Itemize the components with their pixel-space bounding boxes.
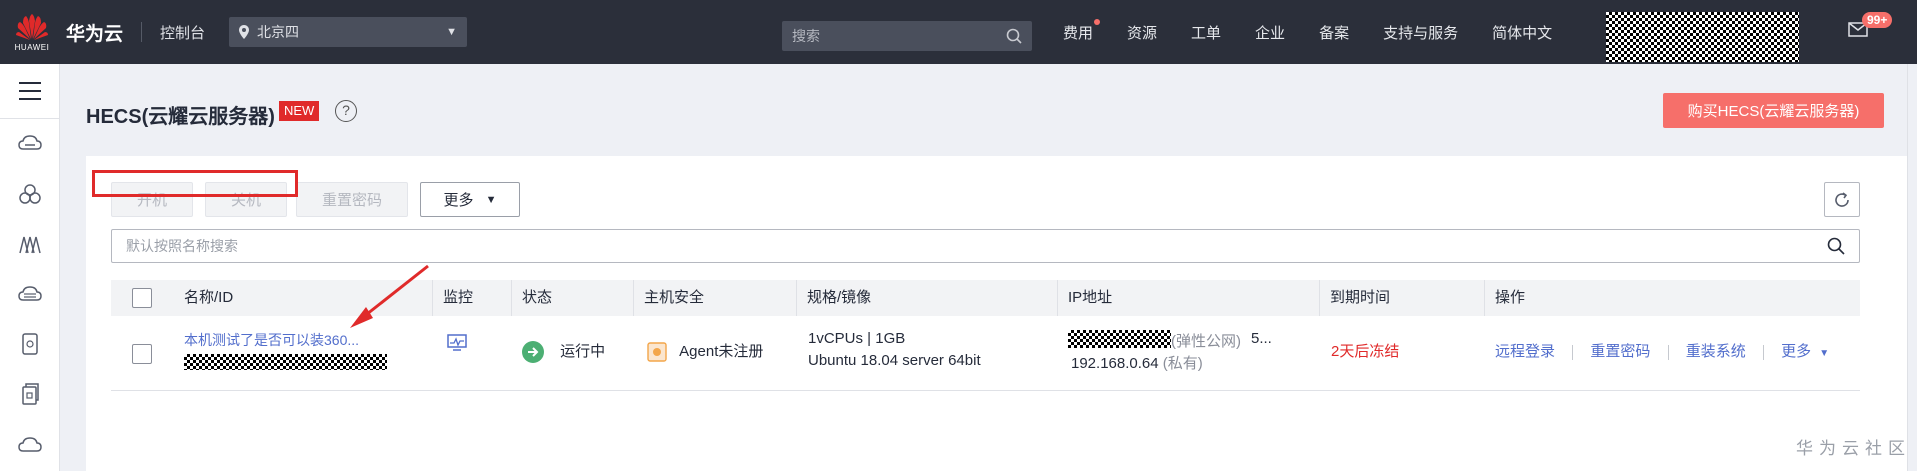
header-monitor: 监控 <box>432 280 473 316</box>
region-select[interactable]: 北京四 ▼ <box>229 17 468 47</box>
notification-dot <box>1094 18 1101 25</box>
row-checkbox[interactable] <box>132 344 152 364</box>
remote-login-link[interactable]: 远程登录 <box>1495 343 1555 360</box>
message-count-badge: 99+ <box>1862 12 1893 28</box>
sidebar-item-database[interactable] <box>0 269 59 319</box>
sidebar-item-network[interactable] <box>0 219 59 269</box>
sidebar-item-cloud-server[interactable] <box>0 119 59 169</box>
sidebar-item-cloud[interactable] <box>0 419 59 469</box>
chevron-down-icon[interactable]: ▼ <box>1819 348 1829 359</box>
sidebar-item-cluster[interactable] <box>0 169 59 219</box>
highlight-box <box>92 170 298 197</box>
refresh-button[interactable] <box>1824 182 1860 217</box>
redacted-account-name[interactable] <box>1606 12 1799 62</box>
buy-hecs-button[interactable]: 购买HECS(云耀云服务器) <box>1663 93 1884 128</box>
page-scrollbar[interactable] <box>1907 64 1917 471</box>
private-ip: 192.168.0.64 (私有) <box>1071 352 1203 373</box>
filter-placeholder: 默认按照名称搜索 <box>126 238 238 254</box>
left-sidebar <box>0 64 60 471</box>
huawei-flower-icon <box>16 13 48 40</box>
sidebar-item-storage[interactable] <box>0 319 59 369</box>
chevron-down-icon: ▼ <box>446 26 458 38</box>
divider <box>1572 344 1574 360</box>
more-label: 更多 <box>443 192 474 209</box>
divider <box>141 22 143 42</box>
row-operations: 远程登录 重置密码 重装系统 更多 ▼ <box>1495 340 1829 361</box>
status-cell: 运行中 <box>522 340 606 364</box>
cloud-server-icon <box>17 135 42 150</box>
huawei-logo[interactable]: HUAWEI <box>0 0 64 64</box>
console-link[interactable]: 控制台 <box>160 22 205 43</box>
public-ip-label: (弹性公网) <box>1171 333 1241 350</box>
table-row: 本机测试了是否可以装360... 运行中 Agent未注册 1vCPUs | 1… <box>111 316 1860 391</box>
agent-shield-icon <box>647 342 667 362</box>
more-actions-dropdown[interactable]: 更多 ▼ <box>420 182 520 217</box>
watermark: 华为云社区 <box>1796 439 1911 458</box>
status-text: 运行中 <box>560 343 606 360</box>
header-expire-time[interactable]: 到期时间 <box>1319 280 1390 316</box>
help-icon[interactable]: ? <box>335 100 357 122</box>
search-placeholder: 搜索 <box>792 28 820 44</box>
storage-icon <box>21 333 38 355</box>
redacted-instance-id <box>184 354 387 370</box>
public-ip-suffix: 5... <box>1251 330 1272 347</box>
search-icon[interactable] <box>1006 28 1022 44</box>
instance-list-panel: 开机 关机 重置密码 更多 ▼ 默认按照名称搜索 名称/ID 监控 状态 主机安… <box>86 156 1917 471</box>
reset-password-button[interactable]: 重置密码 <box>296 182 408 217</box>
nav-resources[interactable]: 资源 <box>1127 22 1157 43</box>
top-nav-links: 费用 资源 工单 企业 备案 支持与服务 简体中文 <box>1063 0 1586 64</box>
private-ip-value: 192.168.0.64 <box>1071 355 1159 372</box>
sidebar-item-backup[interactable] <box>0 369 59 419</box>
name-search-input[interactable]: 默认按照名称搜索 <box>111 229 1860 263</box>
logo-text: HUAWEI <box>14 42 50 52</box>
cloud-icon <box>17 437 42 452</box>
reinstall-system-link[interactable]: 重装系统 <box>1686 343 1746 360</box>
region-value: 北京四 <box>257 24 300 40</box>
private-ip-label: (私有) <box>1162 355 1203 372</box>
nav-tickets[interactable]: 工单 <box>1191 22 1221 43</box>
reset-password-link[interactable]: 重置密码 <box>1590 343 1650 360</box>
nav-enterprise[interactable]: 企业 <box>1255 22 1285 43</box>
header-operations: 操作 <box>1484 280 1525 316</box>
expire-status: 2天后冻结 <box>1331 343 1400 360</box>
image-text: Ubuntu 18.04 server 64bit <box>808 352 981 369</box>
new-badge: NEW <box>279 101 320 121</box>
network-icon <box>18 236 41 254</box>
nav-support[interactable]: 支持与服务 <box>1383 22 1458 43</box>
monitor-icon[interactable] <box>447 334 467 356</box>
header-host-security: 主机安全 <box>633 280 704 316</box>
nav-filing[interactable]: 备案 <box>1319 22 1349 43</box>
menu-toggle-button[interactable] <box>0 64 59 119</box>
more-operations-link[interactable]: 更多 <box>1781 343 1811 360</box>
location-pin-icon <box>239 25 250 39</box>
cluster-icon <box>18 184 41 204</box>
header-spec-image: 规格/镜像 <box>796 280 871 316</box>
header-name-id[interactable]: 名称/ID <box>174 280 233 316</box>
backup-icon <box>21 383 39 405</box>
page-title: HECS(云耀云服务器) <box>86 106 275 128</box>
chevron-down-icon: ▼ <box>485 193 497 206</box>
header-status[interactable]: 状态 <box>511 280 552 316</box>
database-icon <box>17 286 42 301</box>
table-header: 名称/ID 监控 状态 主机安全 规格/镜像 IP地址 到期时间 操作 <box>111 280 1860 316</box>
header-ip-address: IP地址 <box>1057 280 1112 316</box>
refresh-icon <box>1835 191 1849 207</box>
divider <box>1762 344 1764 360</box>
search-icon[interactable] <box>1827 237 1845 255</box>
nav-language[interactable]: 简体中文 <box>1492 22 1552 43</box>
hamburger-icon <box>18 82 41 100</box>
select-all-checkbox[interactable] <box>132 288 152 308</box>
running-status-icon <box>522 341 544 364</box>
redacted-public-ip <box>1068 330 1171 348</box>
agent-status-text: Agent未注册 <box>679 343 764 360</box>
spec-text: 1vCPUs | 1GB <box>808 330 906 347</box>
divider <box>1667 344 1669 360</box>
instance-name-link[interactable]: 本机测试了是否可以装360... <box>184 330 359 350</box>
host-security-cell[interactable]: Agent未注册 <box>647 340 763 362</box>
brand-name[interactable]: 华为云 <box>66 19 123 46</box>
nav-billing[interactable]: 费用 <box>1063 18 1101 43</box>
global-search-input[interactable]: 搜索 <box>782 21 1032 51</box>
